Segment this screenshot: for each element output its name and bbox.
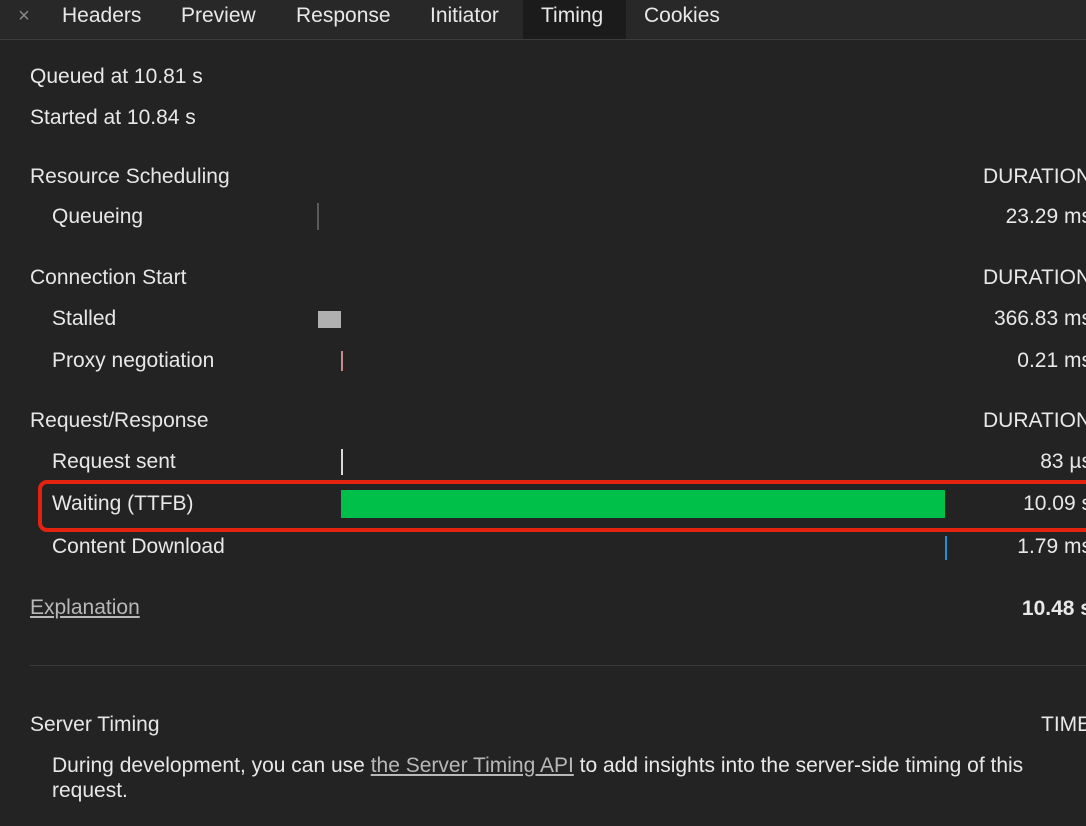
tab-timing[interactable]: Timing [523, 0, 626, 39]
section-title-server-timing: Server Timing [30, 713, 160, 736]
queued-at: Queued at 10.81 s [30, 65, 203, 88]
request-sent-bar [341, 449, 343, 475]
queueing-label: Queueing [52, 205, 144, 228]
tab-preview[interactable]: Preview [181, 0, 256, 39]
section-title-resource-scheduling: Resource Scheduling [30, 165, 230, 188]
server-timing-text: During development, you can use [52, 754, 371, 777]
tab-response[interactable]: Response [296, 0, 391, 39]
tab-bar: × Headers Preview Response Initiator Tim… [0, 0, 1086, 40]
queueing-value: 23.29 ms [1005, 205, 1086, 228]
duration-header: DURATION [983, 165, 1086, 188]
divider [30, 665, 1086, 666]
content-download-bar [945, 536, 947, 560]
total-duration: 10.48 s [1021, 597, 1086, 620]
server-timing-description: During development, you can use the Serv… [52, 753, 1023, 779]
tab-cookies[interactable]: Cookies [644, 0, 720, 39]
time-header: TIME [1041, 713, 1086, 736]
request-sent-label: Request sent [52, 450, 176, 473]
proxy-negotiation-value: 0.21 ms [1017, 349, 1086, 372]
proxy-negotiation-bar [341, 351, 343, 371]
started-at: Started at 10.84 s [30, 106, 196, 129]
close-icon[interactable]: × [14, 4, 34, 28]
content-download-value: 1.79 ms [1017, 535, 1086, 558]
duration-header: DURATION [983, 266, 1086, 289]
tab-initiator[interactable]: Initiator [430, 0, 499, 39]
stalled-bar [318, 311, 341, 328]
duration-header: DURATION [983, 409, 1086, 432]
explanation-link[interactable]: Explanation [30, 595, 140, 621]
content-download-label: Content Download [52, 535, 225, 558]
server-timing-description-line2: request. [52, 779, 128, 802]
section-title-request-response: Request/Response [30, 409, 209, 432]
queueing-bar [317, 203, 319, 230]
stalled-value: 366.83 ms [993, 307, 1086, 330]
request-sent-value: 83 µs [1040, 450, 1086, 473]
section-title-connection-start: Connection Start [30, 266, 187, 289]
stalled-label: Stalled [52, 307, 117, 330]
server-timing-text-cont: to add insights into the server-side tim… [573, 754, 1024, 777]
proxy-negotiation-label: Proxy negotiation [52, 349, 215, 372]
tab-headers[interactable]: Headers [62, 0, 141, 39]
server-timing-api-link[interactable]: the Server Timing API [371, 754, 574, 777]
ttfb-highlight-annotation [38, 480, 1086, 532]
